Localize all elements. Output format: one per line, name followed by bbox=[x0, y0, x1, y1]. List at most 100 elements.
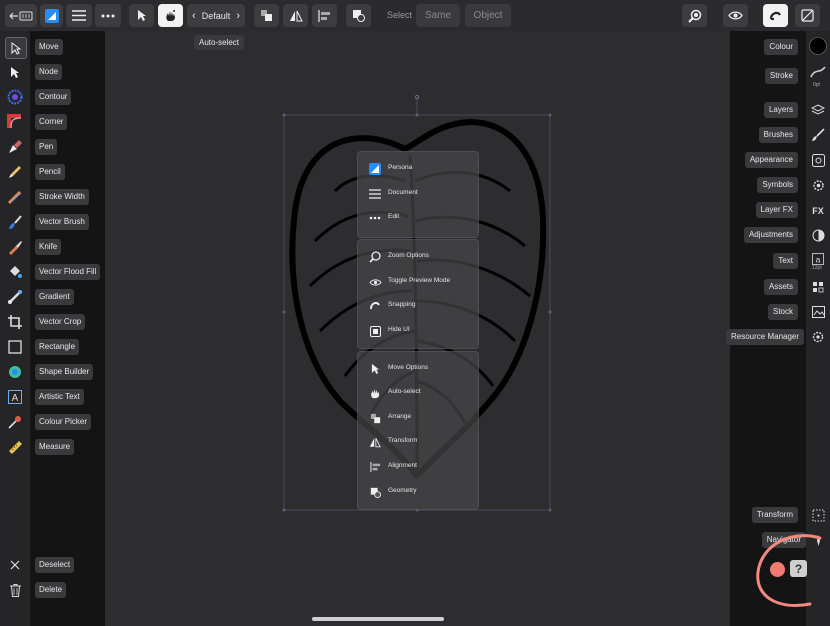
tool-vector-brush[interactable] bbox=[5, 212, 25, 232]
panel-label-resource-manager[interactable]: Resource Manager bbox=[726, 329, 805, 345]
stock-panel-button[interactable] bbox=[809, 303, 827, 321]
menu-item-zoom-options[interactable]: Zoom Options bbox=[358, 247, 478, 267]
panel-label-brushes[interactable]: Brushes bbox=[758, 127, 798, 143]
layers-panel-button[interactable] bbox=[809, 101, 827, 119]
menu-item-toggle-preview[interactable]: Toggle Preview Mode bbox=[358, 272, 478, 292]
snapping-button[interactable] bbox=[763, 4, 788, 27]
select-same-button[interactable]: Same bbox=[416, 4, 460, 27]
delete-tool[interactable] bbox=[5, 580, 25, 600]
tool-label-measure[interactable]: Measure bbox=[35, 439, 75, 455]
panel-label-stroke[interactable]: Stroke bbox=[764, 68, 798, 84]
tool-artistic-text[interactable]: A bbox=[5, 387, 25, 407]
panel-label-adjustments[interactable]: Adjustments bbox=[743, 227, 798, 243]
tool-label-stroke-width[interactable]: Stroke Width bbox=[35, 189, 89, 205]
menu-item-transform[interactable]: Transform bbox=[358, 432, 478, 452]
panel-label-assets[interactable]: Assets bbox=[763, 279, 798, 295]
tool-label-vector-crop[interactable]: Vector Crop bbox=[35, 314, 86, 330]
menu-item-arrange[interactable]: Arrange bbox=[358, 408, 478, 428]
zoom-options-button[interactable] bbox=[682, 4, 707, 27]
persona-button[interactable] bbox=[40, 4, 63, 27]
tool-shape-builder[interactable] bbox=[5, 362, 25, 382]
tool-corner[interactable] bbox=[5, 112, 25, 132]
tool-label-gradient[interactable]: Gradient bbox=[35, 289, 74, 305]
tool-label-pen[interactable]: Pen bbox=[35, 139, 58, 155]
arrange-button[interactable] bbox=[254, 4, 279, 27]
tool-label-rectangle[interactable]: Rectangle bbox=[35, 339, 80, 355]
tool-label-pencil[interactable]: Pencil bbox=[35, 164, 65, 180]
deselect-label[interactable]: Deselect bbox=[35, 557, 75, 573]
document-menu-button[interactable] bbox=[66, 4, 92, 27]
chevron-right-icon[interactable]: › bbox=[236, 10, 240, 22]
panel-label-text[interactable]: Text bbox=[773, 253, 798, 269]
edit-menu-button[interactable] bbox=[95, 4, 121, 27]
tool-label-shape-builder[interactable]: Shape Builder bbox=[35, 364, 94, 380]
auto-select-button[interactable] bbox=[158, 4, 183, 27]
tool-label-artistic-text[interactable]: Artistic Text bbox=[35, 389, 84, 405]
symbols-panel-button[interactable] bbox=[809, 176, 827, 194]
menu-item-hide-ui[interactable]: Hide UI bbox=[358, 321, 478, 341]
tool-contour[interactable] bbox=[5, 87, 25, 107]
appearance-panel-button[interactable] bbox=[809, 151, 827, 169]
tool-colour-picker[interactable] bbox=[5, 412, 25, 432]
tool-stroke-width[interactable] bbox=[5, 187, 25, 207]
panel-label-layer-fx[interactable]: Layer FX bbox=[755, 202, 798, 218]
panel-label-transform[interactable]: Transform bbox=[751, 507, 798, 523]
brushes-panel-button[interactable] bbox=[809, 126, 827, 144]
menu-item-snapping[interactable]: Snapping bbox=[358, 296, 478, 316]
adjustments-panel-button[interactable] bbox=[809, 226, 827, 244]
panel-label-symbols[interactable]: Symbols bbox=[757, 177, 798, 193]
tool-rectangle[interactable] bbox=[5, 337, 25, 357]
default-selector[interactable]: ‹ Default › bbox=[187, 4, 245, 27]
panel-label-stock[interactable]: Stock bbox=[767, 304, 798, 320]
toggle-preview-button[interactable] bbox=[723, 4, 748, 27]
vector-brush-icon bbox=[9, 215, 22, 229]
menu-label-transform: Transform bbox=[388, 437, 418, 444]
select-object-button[interactable]: Object bbox=[465, 4, 511, 27]
geometry-button[interactable] bbox=[346, 4, 371, 27]
panel-label-appearance[interactable]: Appearance bbox=[744, 152, 798, 168]
tool-knife[interactable] bbox=[5, 237, 25, 257]
menu-group-persona: Persona Document Edit bbox=[357, 151, 479, 238]
menu-item-auto-select[interactable]: Auto-select bbox=[358, 383, 478, 403]
tool-node[interactable] bbox=[5, 62, 25, 82]
tool-label-corner[interactable]: Corner bbox=[35, 114, 68, 130]
alignment-button[interactable] bbox=[312, 4, 337, 27]
tool-move[interactable] bbox=[5, 37, 27, 59]
tool-vector-crop[interactable] bbox=[5, 312, 25, 332]
menu-item-geometry[interactable]: Geometry bbox=[358, 482, 478, 502]
snapping-magnet-icon bbox=[769, 11, 781, 20]
transform-button[interactable] bbox=[283, 4, 308, 27]
menu-item-persona[interactable]: Persona bbox=[358, 159, 478, 179]
menu-item-document[interactable]: Document bbox=[358, 184, 478, 204]
panel-label-colour[interactable]: Colour bbox=[764, 39, 798, 55]
move-options-button[interactable] bbox=[129, 4, 154, 27]
back-button[interactable] bbox=[5, 4, 37, 27]
hide-ui-button[interactable] bbox=[795, 4, 820, 27]
layer-fx-panel-button[interactable]: FX bbox=[809, 201, 827, 219]
tool-label-vector-flood-fill[interactable]: Vector Flood Fill bbox=[35, 264, 101, 280]
tool-label-vector-brush[interactable]: Vector Brush bbox=[35, 214, 89, 230]
tool-label-contour[interactable]: Contour bbox=[35, 89, 72, 105]
panel-label-layers[interactable]: Layers bbox=[763, 102, 798, 118]
resource-manager-button[interactable] bbox=[809, 328, 827, 346]
tool-measure[interactable] bbox=[5, 437, 25, 457]
delete-label[interactable]: Delete bbox=[35, 582, 67, 598]
menu-item-edit[interactable]: Edit bbox=[358, 208, 478, 228]
stroke-swatch[interactable] bbox=[809, 63, 827, 81]
menu-item-alignment[interactable]: Alignment bbox=[358, 457, 478, 477]
deselect-tool[interactable] bbox=[5, 555, 25, 575]
tool-label-node[interactable]: Node bbox=[35, 64, 63, 80]
tool-gradient[interactable] bbox=[5, 287, 25, 307]
menu-item-move-options[interactable]: Move Options bbox=[358, 359, 478, 379]
chevron-left-icon[interactable]: ‹ bbox=[192, 10, 196, 22]
colour-swatch[interactable] bbox=[809, 37, 827, 55]
tool-vector-flood-fill[interactable] bbox=[5, 262, 25, 282]
tool-label-knife[interactable]: Knife bbox=[35, 239, 62, 255]
tool-pen[interactable] bbox=[5, 137, 25, 157]
tool-pencil[interactable] bbox=[5, 162, 25, 182]
assets-panel-button[interactable] bbox=[809, 278, 827, 296]
transform-panel-button[interactable] bbox=[809, 506, 827, 524]
tool-label-colour-picker[interactable]: Colour Picker bbox=[35, 414, 92, 430]
tool-label-move[interactable]: Move bbox=[35, 39, 63, 55]
pen-icon bbox=[9, 140, 22, 153]
